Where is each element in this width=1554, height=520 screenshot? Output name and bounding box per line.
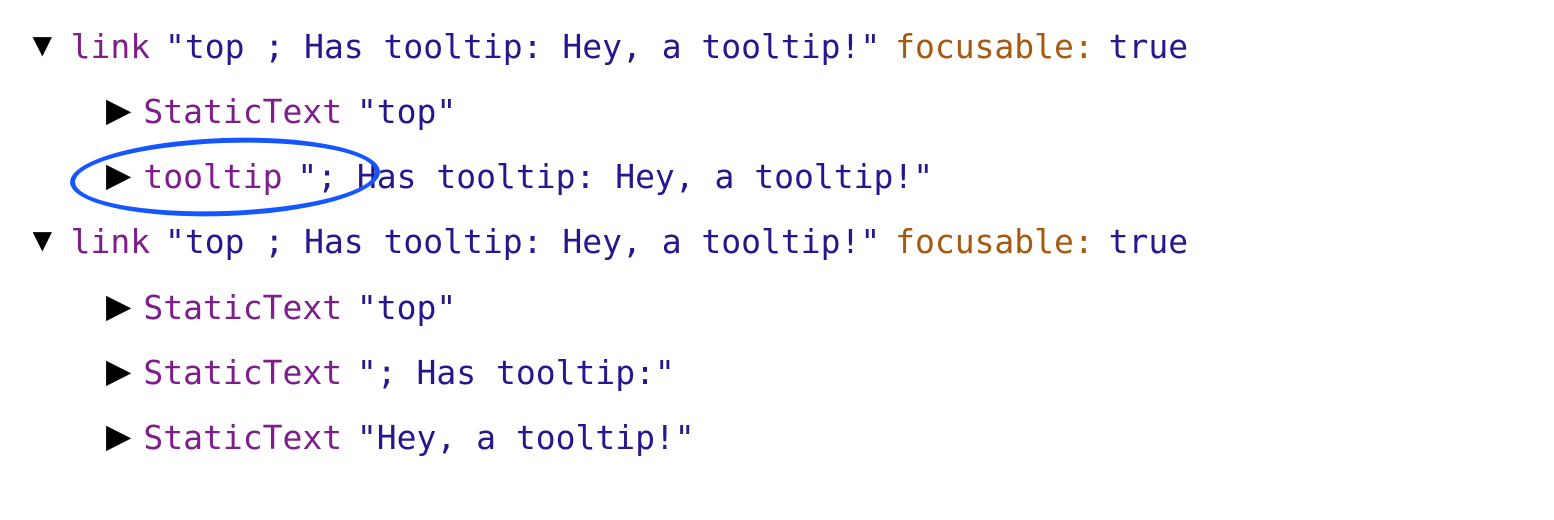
node-role: StaticText: [143, 412, 342, 463]
disclosure-expanded-icon[interactable]: ▼: [26, 28, 59, 61]
tree-row[interactable]: ▼ link "top ; Has tooltip: Hey, a tooltip!…: [10, 14, 1544, 79]
tree-row[interactable]: ▼ link "top ; Has tooltip: Hey, a tooltip!…: [10, 209, 1544, 274]
disclosure-collapsed-icon[interactable]: ▶: [106, 93, 131, 126]
node-text: "top": [357, 282, 456, 333]
disclosure-collapsed-icon[interactable]: ▶: [106, 419, 131, 452]
tree-row[interactable]: ▶ StaticText "Hey, a tooltip!": [10, 405, 1544, 470]
node-role: StaticText: [143, 282, 342, 333]
node-text: "; Has tooltip:": [357, 347, 675, 398]
colon: :: [1074, 216, 1094, 267]
tree-row[interactable]: ▶ tooltip "; Has tooltip: Hey, a tooltip!": [10, 144, 1544, 209]
node-role: StaticText: [143, 86, 342, 137]
node-attribute-value: true: [1109, 216, 1188, 267]
node-text: "top ; Has tooltip: Hey, a tooltip!": [165, 21, 880, 72]
node-attribute-value: true: [1109, 21, 1188, 72]
node-role: StaticText: [143, 347, 342, 398]
node-text: "; Has tooltip: Hey, a tooltip!": [297, 151, 933, 202]
disclosure-collapsed-icon[interactable]: ▶: [106, 158, 131, 191]
tree-row[interactable]: ▶ StaticText "top": [10, 79, 1544, 144]
node-text: "top": [357, 86, 456, 137]
node-attribute: focusable: [895, 21, 1074, 72]
node-attribute: focusable: [895, 216, 1074, 267]
node-role: link: [71, 21, 150, 72]
disclosure-collapsed-icon[interactable]: ▶: [106, 354, 131, 387]
node-role: link: [71, 216, 150, 267]
disclosure-collapsed-icon[interactable]: ▶: [106, 289, 131, 322]
colon: :: [1074, 21, 1094, 72]
node-role: tooltip: [143, 151, 282, 202]
disclosure-expanded-icon[interactable]: ▼: [26, 223, 59, 256]
tree-row[interactable]: ▶ StaticText "top": [10, 275, 1544, 340]
tree-row[interactable]: ▶ StaticText "; Has tooltip:": [10, 340, 1544, 405]
node-text: "top ; Has tooltip: Hey, a tooltip!": [165, 216, 880, 267]
accessibility-tree: ▼ link "top ; Has tooltip: Hey, a tooltip!…: [10, 14, 1544, 470]
node-text: "Hey, a tooltip!": [357, 412, 695, 463]
